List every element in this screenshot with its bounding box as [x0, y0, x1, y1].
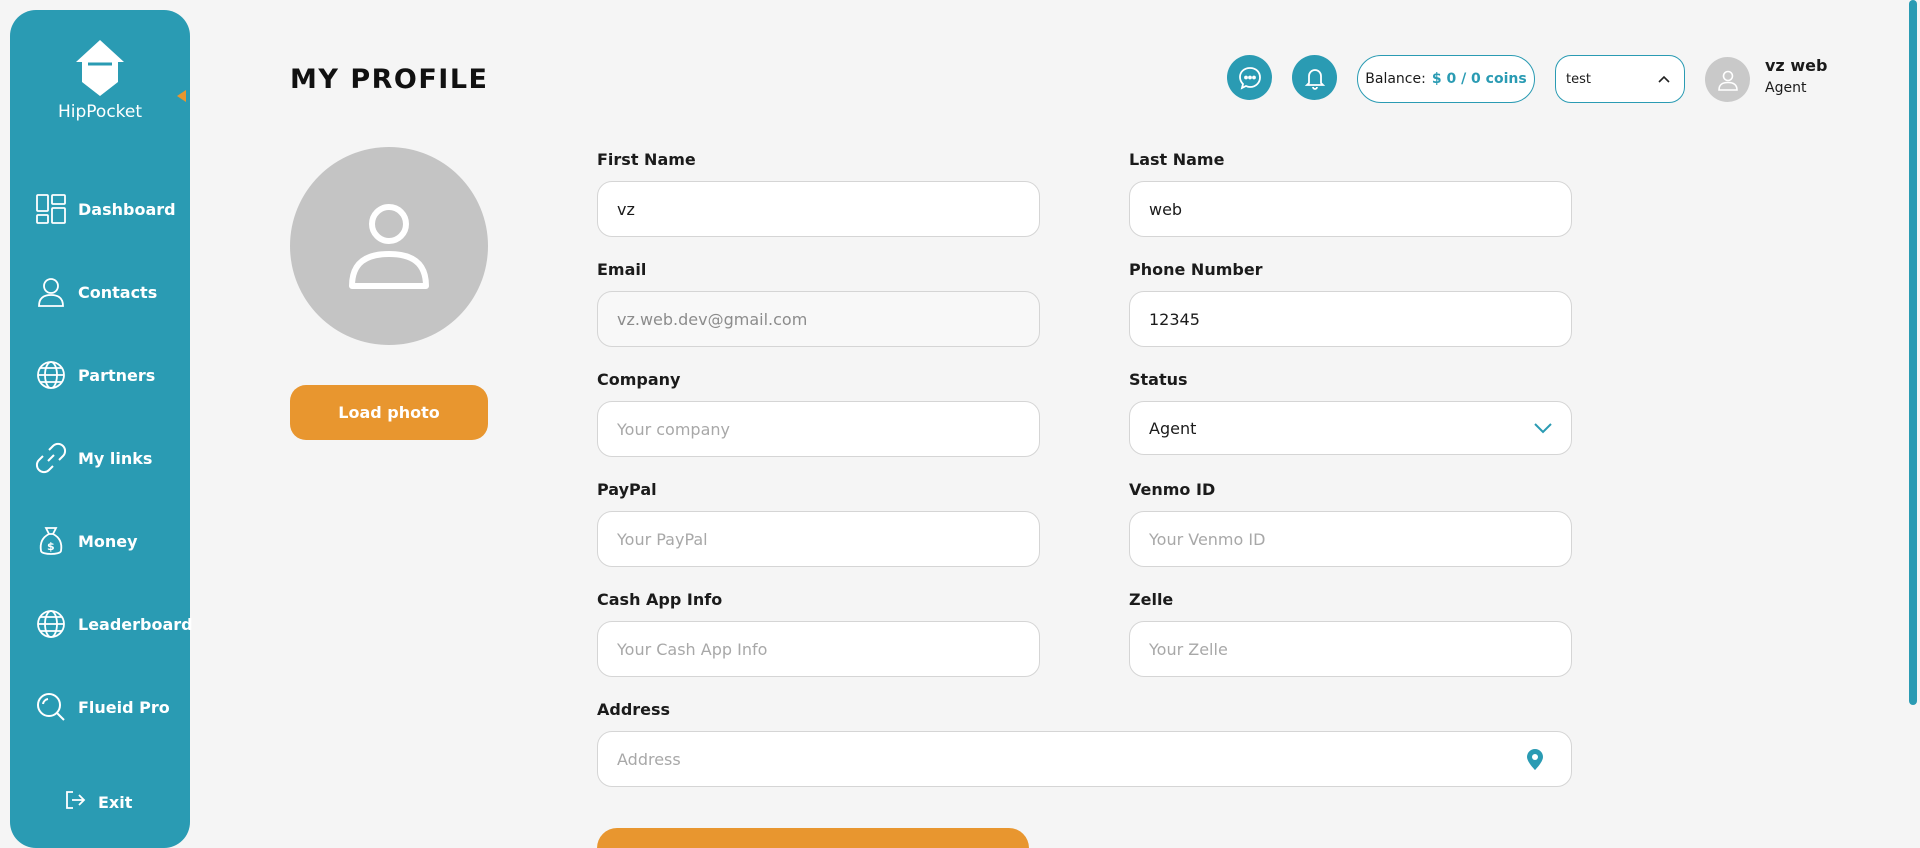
leaderboard-icon: [34, 607, 68, 641]
page-title: MY PROFILE: [290, 64, 489, 95]
balance-display: Balance: $ 0 / 0 coins: [1357, 55, 1535, 103]
sidebar-item-label: Flueid Pro: [78, 697, 170, 717]
contacts-icon: [34, 275, 68, 309]
zelle-label: Zelle: [1129, 590, 1174, 609]
sidebar: HipPocket Dashboard Contacts Partners My…: [10, 10, 193, 848]
exit-label: Exit: [98, 792, 133, 812]
sidebar-item-contacts[interactable]: Contacts: [34, 272, 157, 312]
sidebar-item-label: Partners: [78, 365, 156, 385]
partners-icon: [34, 358, 68, 392]
svg-text:$: $: [47, 540, 55, 553]
save-button[interactable]: [597, 828, 1029, 848]
exit-button[interactable]: Exit: [64, 782, 132, 822]
phone-label: Phone Number: [1129, 260, 1263, 279]
sidebar-item-partners[interactable]: Partners: [34, 355, 155, 395]
paypal-label: PayPal: [597, 480, 657, 499]
company-field[interactable]: [597, 401, 1040, 457]
sidebar-item-flueid-pro[interactable]: Flueid Pro: [34, 687, 170, 727]
bell-icon: [1304, 68, 1325, 90]
venmo-field[interactable]: [1129, 511, 1572, 567]
sidebar-item-my-links[interactable]: My links: [34, 438, 152, 478]
sidebar-item-label: Contacts: [78, 282, 158, 302]
avatar[interactable]: [1705, 57, 1750, 102]
user-placeholder-icon: [349, 204, 429, 289]
exit-icon: [64, 789, 86, 815]
venmo-label: Venmo ID: [1129, 480, 1216, 499]
user-name: vz web: [1765, 56, 1828, 75]
email-label: Email: [597, 260, 647, 279]
chevron-up-icon: [1658, 75, 1670, 83]
phone-field[interactable]: [1129, 291, 1572, 347]
collapse-sidebar-icon[interactable]: [177, 90, 186, 102]
chat-button[interactable]: [1227, 55, 1272, 100]
location-pin-icon[interactable]: [1527, 749, 1543, 770]
link-icon: [34, 441, 68, 475]
balance-label: Balance:: [1365, 71, 1426, 87]
company-label: Company: [597, 370, 681, 389]
status-select[interactable]: Agent: [1129, 401, 1572, 455]
scrollbar[interactable]: [1909, 0, 1917, 705]
first-name-field[interactable]: [597, 181, 1040, 237]
chat-icon: [1238, 66, 1261, 90]
cashapp-label: Cash App Info: [597, 590, 723, 609]
sidebar-item-label: Leaderboard: [78, 614, 193, 634]
notifications-button[interactable]: [1292, 55, 1337, 100]
profile-photo: [290, 147, 488, 345]
chevron-down-icon: [1534, 422, 1552, 433]
balance-value: $ 0 / 0 coins: [1431, 71, 1527, 87]
sidebar-item-label: Money: [78, 531, 138, 551]
cashapp-field[interactable]: [597, 621, 1040, 677]
address-container: [597, 731, 1572, 787]
last-name-label: Last Name: [1129, 150, 1225, 169]
sidebar-item-label: My links: [78, 448, 153, 468]
status-label: Status: [1129, 370, 1188, 389]
address-field[interactable]: [598, 732, 1498, 786]
house-logo-icon: [76, 40, 124, 96]
logo[interactable]: HipPocket: [10, 38, 190, 122]
money-bag-icon: $: [34, 524, 68, 558]
logo-text: HipPocket: [57, 102, 143, 122]
email-field[interactable]: [597, 291, 1040, 347]
paypal-field[interactable]: [597, 511, 1040, 567]
user-role: Agent: [1765, 80, 1807, 96]
zelle-field[interactable]: [1129, 621, 1572, 677]
sidebar-item-money[interactable]: $ Money: [34, 521, 138, 561]
user-icon: [1717, 70, 1738, 91]
dashboard-icon: [34, 192, 68, 226]
workspace-select[interactable]: test: [1555, 55, 1685, 103]
sidebar-item-label: Dashboard: [78, 199, 176, 219]
status-select-value: Agent: [1149, 418, 1197, 438]
address-label: Address: [597, 700, 671, 719]
load-photo-button[interactable]: Load photo: [290, 385, 488, 440]
first-name-label: First Name: [597, 150, 696, 169]
last-name-field[interactable]: [1129, 181, 1572, 237]
sidebar-item-dashboard[interactable]: Dashboard: [34, 189, 176, 229]
workspace-select-value: test: [1566, 71, 1591, 87]
sidebar-item-leaderboard[interactable]: Leaderboard: [34, 604, 193, 644]
search-icon: [34, 690, 68, 724]
